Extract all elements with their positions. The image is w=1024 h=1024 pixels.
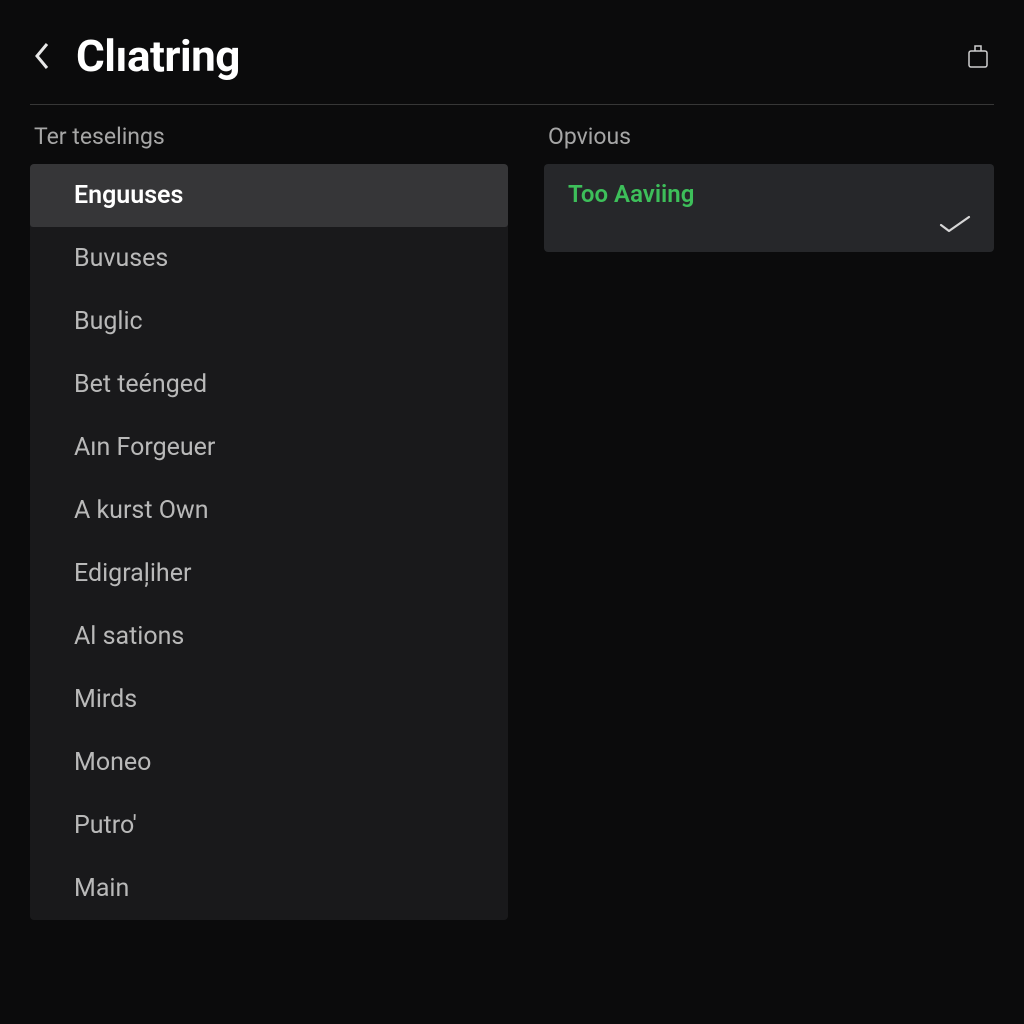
list-item[interactable]: Main	[30, 857, 508, 920]
right-card[interactable]: Too Aaviing	[544, 164, 994, 252]
right-section-label: Opvious	[544, 123, 994, 150]
header-left: Clıatring	[30, 30, 240, 82]
left-section-label: Ter teselings	[30, 123, 508, 150]
list-item-label: Buvuses	[74, 244, 168, 273]
list-item[interactable]: Bet teénged	[30, 353, 508, 416]
share-icon	[965, 42, 991, 70]
list-item[interactable]: Al sations	[30, 605, 508, 668]
share-button[interactable]	[962, 40, 994, 72]
list-item[interactable]: Putro'	[30, 794, 508, 857]
list-item-label: Buglic	[74, 307, 143, 336]
main-columns: Ter teselings Enguuses Buvuses Buglic Bet t…	[30, 123, 994, 920]
list-item[interactable]: Buvuses	[30, 227, 508, 290]
checkmark-icon	[938, 214, 972, 238]
list-item-label: Edigraļiher	[74, 559, 191, 588]
left-list-panel: Enguuses Buvuses Buglic Bet teénged Aın Forg…	[30, 164, 508, 920]
list-item-label: Moneo	[74, 748, 151, 777]
back-button[interactable]	[30, 36, 54, 76]
list-item-label: Aın Forgeuer	[74, 433, 215, 462]
list-item[interactable]: Edigraļiher	[30, 542, 508, 605]
right-column: Opvious Too Aaviing	[544, 123, 994, 920]
list-item-label: Al sations	[74, 622, 184, 651]
list-item[interactable]: Moneo	[30, 731, 508, 794]
list-item-label: Putro'	[74, 811, 137, 840]
left-column: Ter teselings Enguuses Buvuses Buglic Bet t…	[30, 123, 508, 920]
list-item-label: Bet teénged	[74, 370, 207, 399]
chevron-left-icon	[33, 41, 51, 71]
header: Clıatring	[30, 30, 994, 105]
list-item[interactable]: Aın Forgeuer	[30, 416, 508, 479]
list-item[interactable]: Enguuses	[30, 164, 508, 227]
list-item[interactable]: Mirds	[30, 668, 508, 731]
page-title: Clıatring	[76, 30, 240, 82]
right-card-title: Too Aaviing	[568, 180, 970, 208]
list-item-label: Main	[74, 874, 129, 903]
list-item-label: A kurst Own	[74, 496, 209, 525]
list-item-label: Enguuses	[74, 181, 183, 210]
list-item[interactable]: Buglic	[30, 290, 508, 353]
list-item-label: Mirds	[74, 685, 137, 714]
list-item[interactable]: A kurst Own	[30, 479, 508, 542]
